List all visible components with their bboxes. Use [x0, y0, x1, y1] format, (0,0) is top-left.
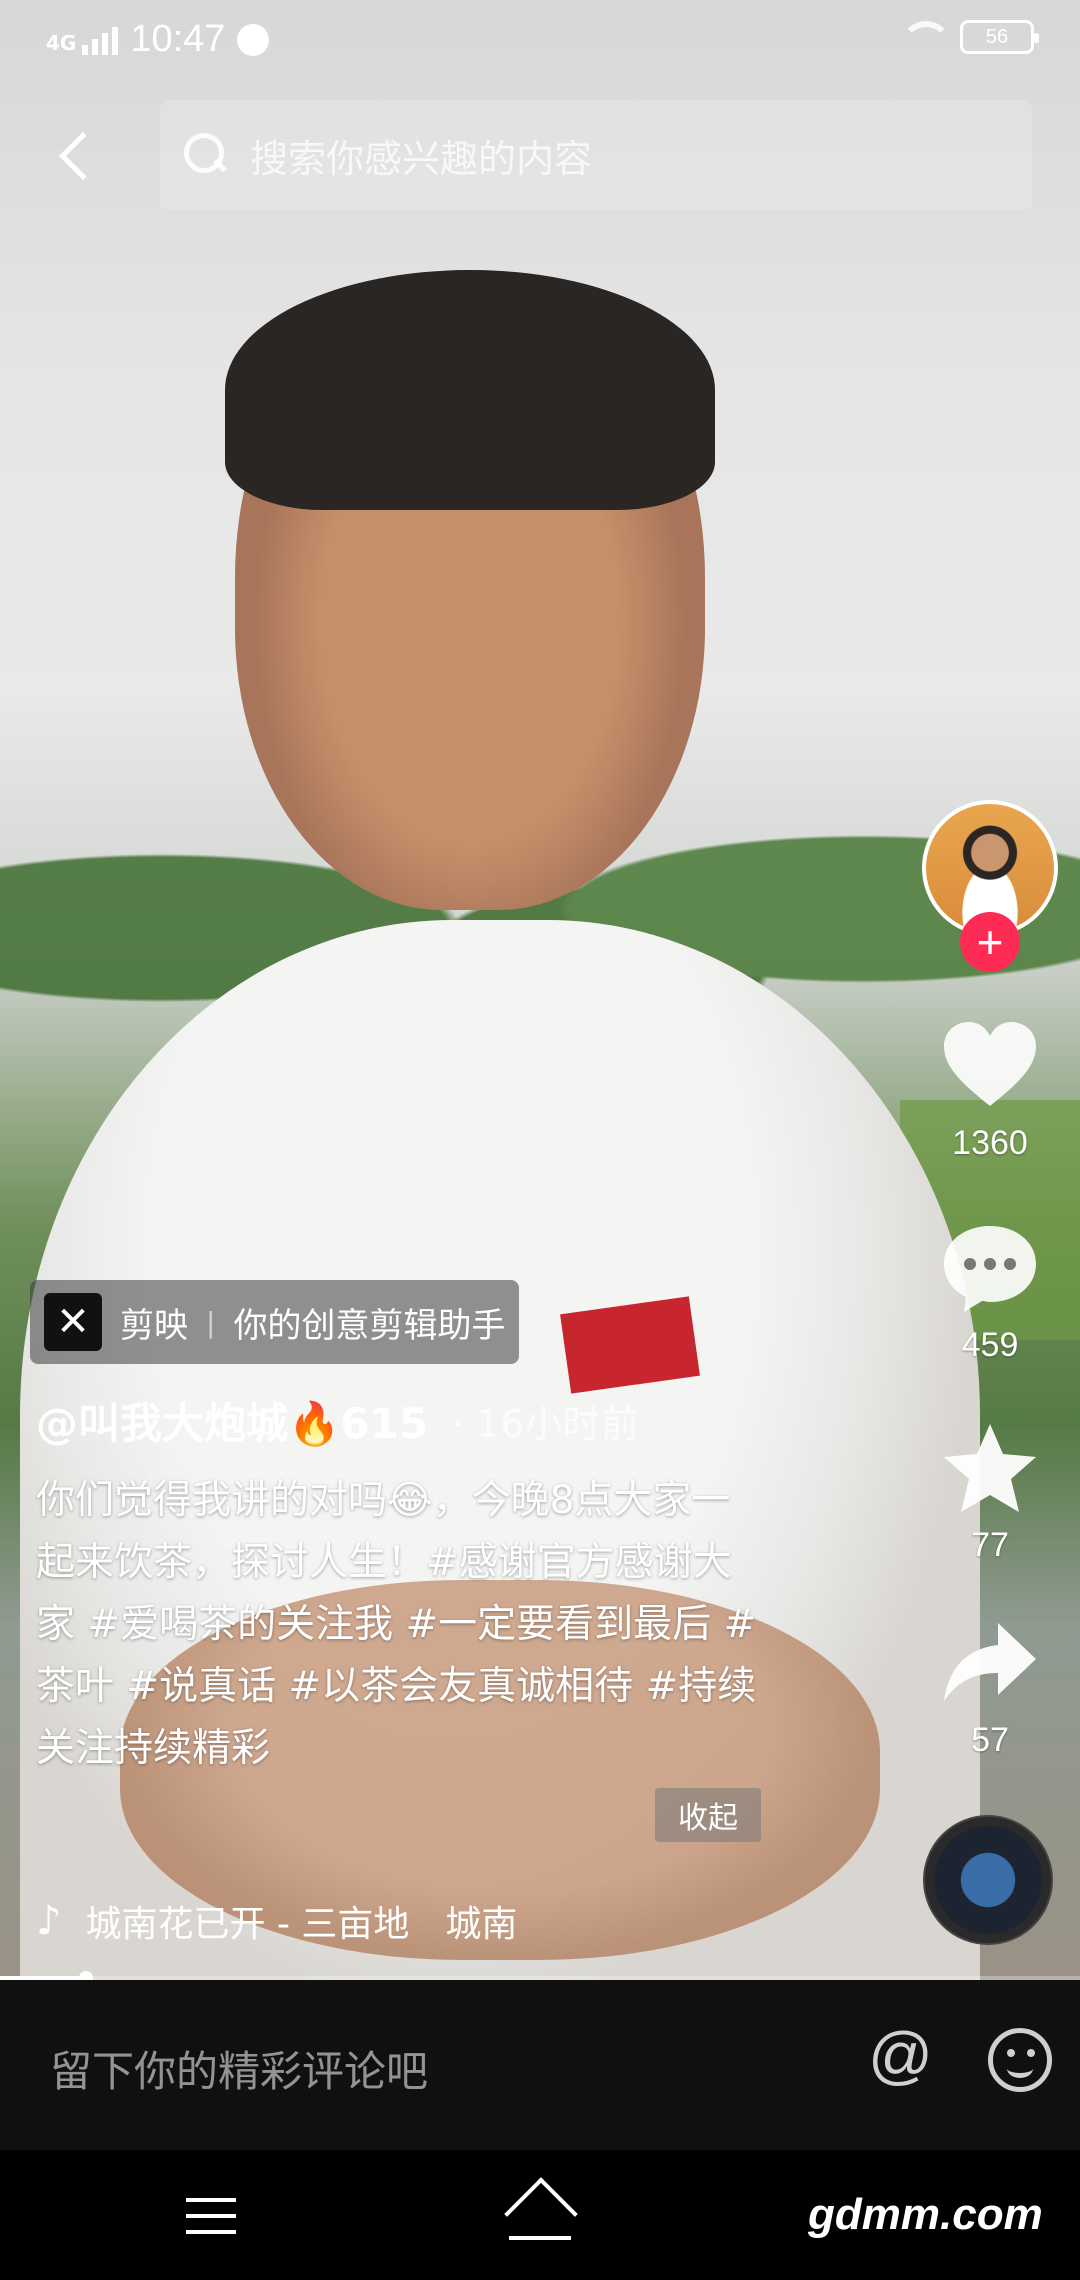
person-hair — [225, 270, 715, 510]
collapse-button[interactable]: 收起 — [655, 1788, 761, 1842]
signal-icon — [82, 25, 119, 55]
battery-icon: 56 — [960, 20, 1039, 54]
notification-icon — [237, 23, 270, 56]
author-line: @叫我大炮城🔥615 · 16小时前 — [36, 1390, 638, 1451]
capcut-anchor[interactable]: ✕ 剪映 | 你的创意剪辑助手 — [30, 1280, 520, 1364]
status-right: 56 — [900, 20, 1039, 54]
author-avatar-wrap[interactable]: + — [922, 800, 1058, 972]
home-icon[interactable] — [505, 2184, 575, 2244]
wifi-icon — [900, 21, 952, 53]
favorite-count: 77 — [971, 1526, 1009, 1564]
plus-icon: + — [976, 916, 1004, 968]
music-title: 城南花已开 - 三亩地 城南 — [85, 1904, 518, 1945]
comment-icon[interactable] — [920, 1220, 1060, 1320]
network-type: 4G — [46, 30, 77, 55]
music-line[interactable]: ♪ 城南花已开 - 三亩地 城南 — [36, 1895, 596, 1947]
star-icon[interactable] — [920, 1420, 1060, 1520]
network-indicator: 4G — [46, 25, 119, 55]
capcut-logo-icon: ✕ — [44, 1293, 102, 1351]
author-name[interactable]: @叫我大炮城🔥615 — [36, 1390, 428, 1451]
system-nav-bar: gdmm.com — [0, 2150, 1080, 2280]
comment-bar[interactable]: 留下你的精彩评论吧 @ — [0, 1980, 1080, 2150]
comment-input[interactable]: 留下你的精彩评论吧 — [50, 2038, 428, 2099]
at-mention-icon[interactable]: @ — [868, 2018, 933, 2092]
follow-button[interactable]: + — [960, 912, 1020, 972]
post-caption: 你们觉得我讲的对吗😂，今晚8点大家一起来饮茶，探讨人生！#感谢官方感谢大家 #爱… — [36, 1478, 757, 1771]
menu-icon[interactable] — [186, 2198, 236, 2246]
like-action[interactable]: 1360 — [920, 1018, 1060, 1163]
heart-icon[interactable] — [920, 1018, 1060, 1118]
search-bar[interactable]: 搜索你感兴趣的内容 — [160, 100, 1032, 210]
battery-level: 56 — [985, 25, 1009, 48]
watermark: gdmm.com — [808, 2190, 1043, 2239]
music-disc-icon[interactable] — [923, 1815, 1053, 1945]
search-placeholder: 搜索你感兴趣的内容 — [250, 136, 593, 181]
status-left: 4G 10:47 — [46, 18, 270, 61]
search-icon — [184, 133, 228, 177]
share-icon[interactable] — [920, 1615, 1060, 1715]
comment-count: 459 — [961, 1326, 1019, 1364]
like-count: 1360 — [952, 1124, 1028, 1162]
back-button[interactable] — [44, 118, 108, 194]
back-arrow-icon — [58, 131, 108, 181]
emoji-icon[interactable] — [988, 2028, 1052, 2092]
capcut-brand: 剪映 — [120, 1305, 188, 1346]
post-time: · 16小时前 — [451, 1402, 639, 1446]
status-bar: 4G 10:47 56 — [0, 0, 1080, 84]
capcut-slogan: 你的创意剪辑助手 — [233, 1305, 506, 1346]
share-count: 57 — [971, 1721, 1009, 1759]
favorite-action[interactable]: 77 — [920, 1420, 1060, 1565]
share-action[interactable]: 57 — [920, 1615, 1060, 1760]
music-note-icon: ♪ — [36, 1898, 62, 1944]
comment-action[interactable]: 459 — [920, 1220, 1060, 1365]
clock: 10:47 — [130, 18, 226, 60]
capcut-separator: | — [206, 1305, 216, 1339]
